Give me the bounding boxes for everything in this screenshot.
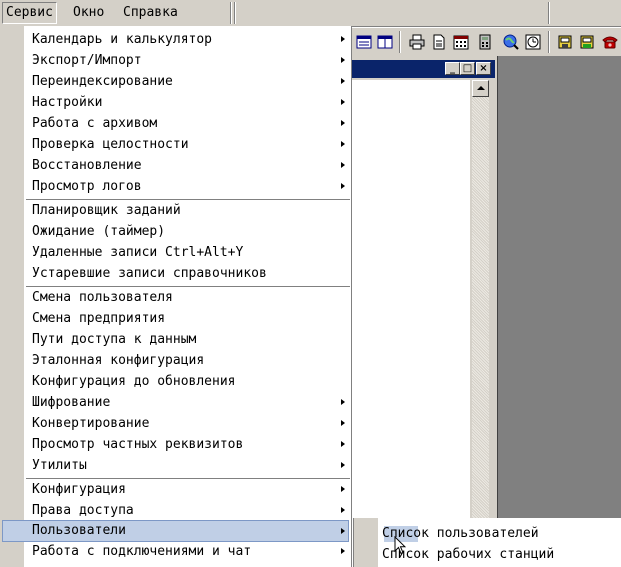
menu-item-label: Ожидание (таймер)	[32, 224, 166, 239]
menu-item-export-import[interactable]: Экспорт/Импорт	[2, 50, 349, 71]
menu-item-change-user[interactable]: Смена пользователя	[2, 287, 349, 308]
menu-item-label: Права доступа	[32, 503, 134, 518]
document-icon[interactable]	[430, 33, 448, 51]
menu-item-label: Пути доступа к данным	[32, 332, 197, 347]
menu-help[interactable]: Справка	[120, 3, 181, 23]
menu-item-access-rights[interactable]: Права доступа	[2, 500, 349, 521]
menu-item-label: Смена пользователя	[32, 290, 173, 305]
menu-item-obsolete-records[interactable]: Устаревшие записи справочников	[2, 263, 349, 284]
menu-item-label: Конвертирование	[32, 416, 150, 431]
phone-icon[interactable]	[601, 33, 619, 51]
submenu-arrow-icon	[341, 57, 345, 63]
menu-item-label: Просмотр частных реквизитов	[32, 437, 244, 452]
menubar-separator	[230, 2, 232, 24]
folder-open-icon[interactable]	[578, 33, 596, 51]
folder-save-icon[interactable]	[556, 33, 574, 51]
print-icon[interactable]	[408, 33, 426, 51]
menu-item-label: Работа с подключениями и чат	[32, 544, 252, 559]
submenu-arrow-icon	[341, 528, 345, 534]
menu-item-label: Восстановление	[32, 158, 142, 173]
globe-search-icon[interactable]	[502, 33, 520, 51]
menu-item-view-logs[interactable]: Просмотр логов	[2, 176, 349, 197]
menu-item-label: Экспорт/Импорт	[32, 53, 142, 68]
menu-item-integrity-check[interactable]: Проверка целостности	[2, 134, 349, 155]
mouse-cursor-icon	[394, 535, 407, 559]
submenu-icon-strip	[354, 518, 378, 567]
menu-item-label: Настройки	[32, 95, 103, 110]
submenu-arrow-icon	[341, 548, 345, 554]
menu-item-archive[interactable]: Работа с архивом	[2, 113, 349, 134]
scroll-up-button[interactable]	[472, 80, 489, 97]
submenu-arrow-icon	[341, 420, 345, 426]
toolbar-separator	[399, 31, 401, 53]
menu-item-deleted-records[interactable]: Удаленные записи Ctrl+Alt+Y	[2, 242, 349, 263]
menu-item-task-scheduler[interactable]: Планировщик заданий	[2, 200, 349, 221]
toolbar-separator	[548, 31, 550, 53]
vertical-scrollbar[interactable]	[472, 80, 489, 567]
menu-item-label: Эталонная конфигурация	[32, 353, 205, 368]
menu-item-encryption[interactable]: Шифрование	[2, 392, 349, 413]
maximize-button[interactable]: □	[460, 62, 475, 75]
menu-item-utilities[interactable]: Утилиты	[2, 455, 349, 476]
list-view-icon[interactable]	[355, 33, 373, 51]
menu-item-label: Конфигурация	[32, 482, 126, 497]
menu-window[interactable]: Окно	[70, 3, 107, 23]
submenu-arrow-icon	[341, 507, 345, 513]
menu-item-label: Проверка целостности	[32, 137, 189, 152]
columns-icon[interactable]	[376, 33, 394, 51]
menu-item-label: Работа с архивом	[32, 116, 158, 131]
close-button[interactable]: ×	[476, 62, 491, 75]
menu-item-reference-config[interactable]: Эталонная конфигурация	[2, 350, 349, 371]
submenu-arrow-icon	[341, 162, 345, 168]
submenu-arrow-icon	[341, 441, 345, 447]
submenu-arrow-icon	[341, 36, 345, 42]
menu-item-label: Планировщик заданий	[32, 203, 181, 218]
menu-item-calendar-calculator[interactable]: Календарь и калькулятор	[2, 29, 349, 50]
submenu-arrow-icon	[341, 99, 345, 105]
menu-item-label: Конфигурация до обновления	[32, 374, 236, 389]
menu-bar: Сервис Окно Справка	[0, 0, 621, 27]
submenu-arrow-icon	[341, 462, 345, 468]
menu-item-reindex[interactable]: Переиндексирование	[2, 71, 349, 92]
menu-service[interactable]: Сервис	[2, 2, 57, 24]
menu-item-settings[interactable]: Настройки	[2, 92, 349, 113]
submenu-item-workstation-list[interactable]: Список рабочих станций	[382, 544, 554, 565]
clock-icon[interactable]	[524, 33, 542, 51]
calculator-icon[interactable]	[476, 33, 494, 51]
submenu-arrow-icon	[341, 141, 345, 147]
menu-item-label: Устаревшие записи справочников	[32, 266, 267, 281]
menu-item-data-paths[interactable]: Пути доступа к данным	[2, 329, 349, 350]
menu-item-change-company[interactable]: Смена предприятия	[2, 308, 349, 329]
menu-item-label: Просмотр логов	[32, 179, 142, 194]
menubar-separator	[548, 2, 550, 24]
menu-item-config-before-update[interactable]: Конфигурация до обновления	[2, 371, 349, 392]
menu-item-label: Удаленные записи Ctrl+Alt+Y	[32, 245, 244, 260]
menu-item-label: Шифрование	[32, 395, 111, 410]
menu-item-label: Переиндексирование	[32, 74, 173, 89]
menu-item-connections-chat[interactable]: Работа с подключениями и чат	[2, 541, 349, 562]
submenu-arrow-icon	[341, 486, 345, 492]
menu-item-users[interactable]: Пользователи	[2, 520, 349, 542]
submenu-arrow-icon	[341, 78, 345, 84]
service-menu: Календарь и калькулятор Экспорт/Импорт П…	[0, 26, 352, 567]
menubar-separator	[234, 2, 236, 24]
menu-item-restore[interactable]: Восстановление	[2, 155, 349, 176]
menu-item-label: Календарь и калькулятор	[32, 32, 213, 47]
menu-item-conversion[interactable]: Конвертирование	[2, 413, 349, 434]
toolbar	[352, 27, 621, 57]
calendar-icon[interactable]	[452, 33, 470, 51]
submenu-arrow-icon	[341, 183, 345, 189]
menu-item-label: Утилиты	[32, 458, 87, 473]
menu-item-label: Смена предприятия	[32, 311, 166, 326]
menu-item-private-attributes[interactable]: Просмотр частных реквизитов	[2, 434, 349, 455]
submenu-arrow-icon	[341, 399, 345, 405]
menu-item-label: Пользователи	[32, 523, 126, 538]
child-window-content	[352, 80, 470, 567]
submenu-arrow-icon	[341, 120, 345, 126]
menu-item-configuration[interactable]: Конфигурация	[2, 479, 349, 500]
child-window-titlebar[interactable]: _ □ ×	[352, 60, 495, 78]
menu-item-wait-timer[interactable]: Ожидание (таймер)	[2, 221, 349, 242]
child-window: _ □ ×	[352, 56, 498, 567]
minimize-button[interactable]: _	[445, 62, 460, 75]
